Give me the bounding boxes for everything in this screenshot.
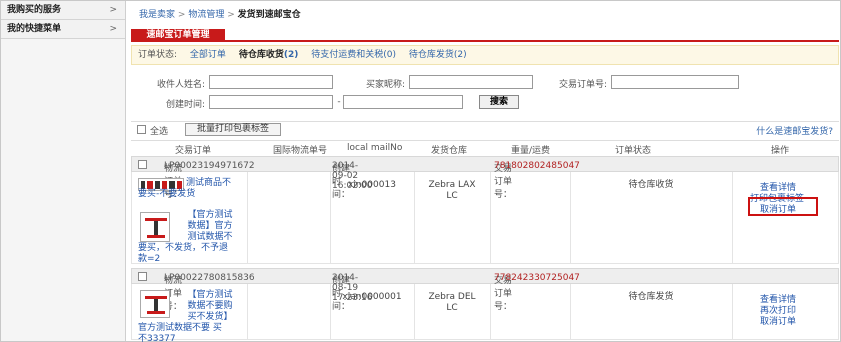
warehouse-line: LC bbox=[446, 191, 458, 201]
product-name-line: 要买-不要发货 bbox=[138, 189, 196, 199]
filter-awaiting-receipt[interactable]: 待仓库收货(2) bbox=[239, 50, 299, 60]
product-thumbnail[interactable] bbox=[140, 290, 170, 318]
filter-label: 待支付运费和关税 bbox=[311, 50, 384, 60]
breadcrumb-current: 发货到速邮宝仓 bbox=[237, 10, 301, 20]
logistics-no: LP00023194971672 bbox=[164, 161, 255, 171]
main-content: 我是卖家 > 物流管理 > 发货到速邮宝仓 速邮宝订单管理 订单状态: 全部订单… bbox=[131, 1, 839, 342]
chevron-right-icon: > bbox=[109, 24, 117, 34]
warehouse: Zebra LAX LC bbox=[416, 180, 488, 202]
created-end-input[interactable] bbox=[343, 95, 463, 109]
order-status: 待仓库发货 bbox=[628, 292, 674, 302]
product-name-line: 数据】官方 bbox=[187, 221, 233, 231]
filter-awaiting-payment[interactable]: 待支付运费和关税(0) bbox=[311, 50, 396, 60]
filter-label: 待仓库发货 bbox=[408, 50, 454, 60]
product-link[interactable]: 【官方测试 数据】官方 测试数据不 bbox=[174, 210, 246, 243]
filter-count: (0) bbox=[383, 50, 396, 60]
created-start-input[interactable] bbox=[209, 95, 333, 109]
sidebar-item-purchased-services[interactable]: 我购买的服务 > bbox=[1, 1, 125, 20]
select-all-label: 全选 bbox=[150, 127, 169, 137]
logistics-no: LP00022780815836 bbox=[164, 273, 255, 283]
created-time-label: 创建时间: bbox=[165, 100, 205, 110]
product-name-line: 要买，不发货，不予退 bbox=[138, 243, 229, 253]
trade-order-label: 交易订单号: bbox=[558, 80, 607, 90]
local-mail-no: xin000013 bbox=[348, 180, 396, 190]
tab-order-management[interactable]: 速邮宝订单管理 bbox=[131, 29, 225, 42]
product-name-line: 测试商品不 bbox=[186, 178, 232, 188]
filter-label: 全部订单 bbox=[189, 50, 226, 60]
product-link[interactable]: 官方测试数据不要 买 不33377 bbox=[138, 323, 246, 342]
breadcrumb-logistics[interactable]: 物流管理 bbox=[188, 10, 224, 20]
product-name-line: 测试数据不 bbox=[187, 232, 233, 242]
product-name-line: 买不发货】 bbox=[187, 312, 233, 322]
sidebar-item-label: 我购买的服务 bbox=[7, 5, 62, 15]
breadcrumb: 我是卖家 > 物流管理 > 发货到速邮宝仓 bbox=[139, 7, 301, 20]
search-button[interactable]: 搜索 bbox=[479, 95, 519, 109]
product-name-line: 【官方测试 bbox=[187, 290, 233, 300]
chevron-right-icon: > bbox=[109, 5, 117, 15]
product-link[interactable]: 【官方测试 数据不要购 买不发货】 bbox=[174, 290, 246, 323]
order-header: 物流订单号： LP00022780815836 创建时间： 2014-08-19 1… bbox=[131, 268, 839, 312]
sidebar-item-label: 我的快捷菜单 bbox=[7, 24, 62, 34]
filter-all-orders[interactable]: 全部订单 bbox=[190, 50, 226, 60]
column-header: 交易订单 bbox=[175, 146, 212, 156]
column-header: 重量/运费 bbox=[511, 146, 551, 156]
filter-awaiting-shipment[interactable]: 待仓库发货(2) bbox=[409, 50, 467, 60]
product-name-line: 款=2 bbox=[138, 254, 161, 264]
order-status-filter: 订单状态: 全部订单 待仓库收货(2) 待支付运费和关税(0) 待仓库发货(2) bbox=[131, 45, 839, 65]
local-mail-no: xian0000001 bbox=[342, 292, 402, 302]
order-header: 物流订单号：LP00023194971672 创建时间：2014-09-02 1… bbox=[131, 156, 839, 200]
order-checkbox[interactable] bbox=[138, 272, 147, 281]
order-row: 测试商品不 要买-不要发货 【官方测试 数据】官方 测试数据不 要买，不发货，不… bbox=[131, 172, 839, 264]
product-name-line: 【官方测试 bbox=[187, 210, 233, 220]
select-all-checkbox[interactable] bbox=[137, 125, 146, 134]
recipient-label: 收件人姓名: bbox=[156, 80, 205, 90]
buyer-input[interactable] bbox=[409, 75, 533, 89]
trade-order-input[interactable] bbox=[611, 75, 739, 89]
breadcrumb-seller[interactable]: 我是卖家 bbox=[139, 10, 175, 20]
buyer-label: 买家昵称: bbox=[365, 80, 405, 90]
range-separator: - bbox=[337, 97, 341, 107]
sidebar-item-shortcut-menu[interactable]: 我的快捷菜单 > bbox=[1, 20, 125, 39]
trade-no: 781802802485047 bbox=[494, 161, 580, 171]
product-name-line: 数据不要购 bbox=[187, 301, 233, 311]
order-status-label: 订单状态: bbox=[138, 50, 178, 60]
selection-bar: 全选 批量打印包裹标签 什么是速邮宝发货? bbox=[131, 121, 839, 137]
sidebar: 我购买的服务 > 我的快捷菜单 > bbox=[1, 1, 126, 341]
product-thumbnail[interactable] bbox=[140, 212, 170, 242]
column-header: local mailNo bbox=[347, 143, 403, 153]
filter-label: 待仓库收货 bbox=[238, 50, 284, 60]
table-header: 交易订单 国际物流单号 local mailNo 发货仓库 重量/运费 订单状态… bbox=[131, 140, 839, 156]
warehouse: Zebra DEL LC bbox=[416, 292, 488, 314]
order-row: 【官方测试 数据不要购 买不发货】 官方测试数据不要 买 不33377 xian… bbox=[131, 284, 839, 342]
column-header: 国际物流单号 bbox=[273, 146, 328, 156]
column-header: 操作 bbox=[771, 146, 790, 156]
order-status: 待仓库收货 bbox=[628, 180, 674, 190]
search-filter: 收件人姓名: 买家昵称: 交易订单号: 创建时间: - 搜索 bbox=[131, 67, 839, 115]
column-header: 订单状态 bbox=[615, 146, 652, 156]
product-name-line: 官方测试数据不要 买 bbox=[138, 323, 222, 333]
filter-count: (2) bbox=[453, 50, 467, 60]
trade-no: 778242330725047 bbox=[494, 273, 580, 283]
batch-print-button[interactable]: 批量打印包裹标签 bbox=[185, 123, 281, 136]
filter-count: (2) bbox=[283, 50, 299, 60]
breadcrumb-separator: > bbox=[177, 10, 186, 20]
recipient-input[interactable] bbox=[209, 75, 333, 89]
warehouse-line: Zebra DEL bbox=[428, 292, 476, 302]
breadcrumb-separator: > bbox=[227, 10, 235, 20]
product-link[interactable]: 要买-不要发货 bbox=[138, 189, 246, 200]
order-checkbox[interactable] bbox=[138, 160, 147, 169]
help-link[interactable]: 什么是速邮宝发货? bbox=[756, 124, 833, 137]
product-name-line: 不33377 bbox=[138, 334, 176, 342]
warehouse-line: Zebra LAX bbox=[428, 180, 476, 190]
highlight-box bbox=[748, 197, 818, 216]
column-header: 发货仓库 bbox=[431, 146, 468, 156]
tab-bar bbox=[131, 29, 839, 42]
warehouse-line: LC bbox=[446, 303, 458, 313]
product-link[interactable]: 测试商品不 bbox=[186, 178, 246, 189]
product-link[interactable]: 要买，不发货，不予退 款=2 bbox=[138, 243, 246, 265]
cancel-order-link[interactable]: 取消订单 bbox=[760, 314, 796, 327]
